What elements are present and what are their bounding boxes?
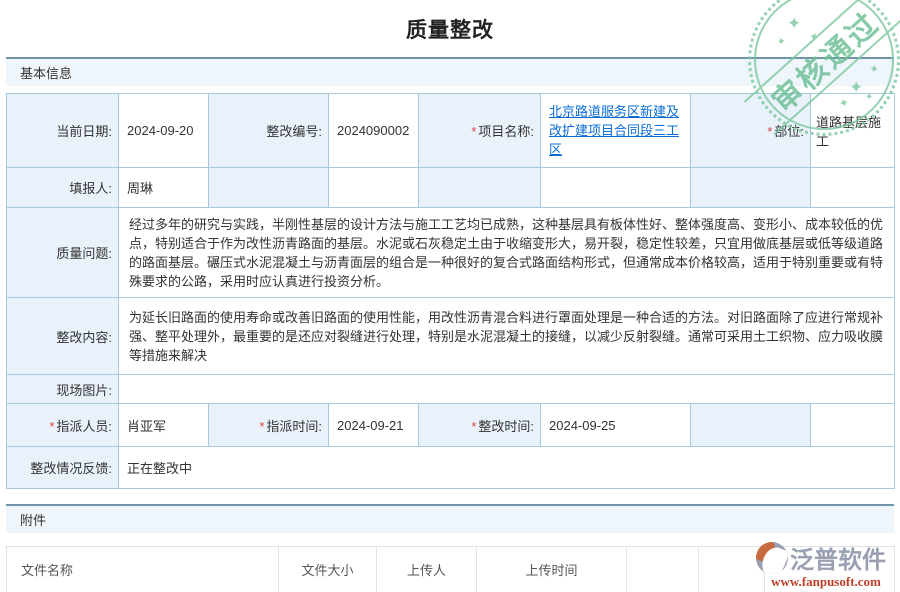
row-quality-problem: 质量问题: 经过多年的研究与实践，半刚性基层的设计方法与施工工艺均已成熟，这种基… <box>7 208 895 298</box>
row-date-no-project-part: 当前日期: 2024-09-20 整改编号: 2024090002 *项目名称:… <box>7 94 895 168</box>
empty-value-cell <box>541 168 691 208</box>
label-reporter: 填报人: <box>7 168 119 208</box>
required-asterisk: * <box>767 124 772 139</box>
required-asterisk: * <box>49 419 54 434</box>
value-rectify-no: 2024090002 <box>329 94 419 168</box>
label-site-photo-text: 现场图片: <box>56 383 112 398</box>
value-rectify-time: 2024-09-25 <box>541 404 691 447</box>
row-assignee-times: *指派人员: 肖亚军 *指派时间: 2024-09-21 *整改时间: 2024… <box>7 404 895 447</box>
label-project-name: *项目名称: <box>419 94 541 168</box>
basic-info-section-header: 基本信息 <box>6 57 894 86</box>
label-site-photo: 现场图片: <box>7 375 119 404</box>
value-rectify-content: 为延长旧路面的使用寿命或改善旧路面的使用性能，用改性沥青混合料进行罩面处理是一种… <box>119 298 895 375</box>
value-reporter: 周琳 <box>119 168 209 208</box>
header-file-size: 文件大小 <box>279 547 377 592</box>
label-feedback: 整改情况反馈: <box>7 447 119 489</box>
label-current-date-text: 当前日期: <box>56 124 112 139</box>
page-header: 质量整改 <box>0 0 900 57</box>
empty-label-cell <box>691 168 811 208</box>
row-rectify-content: 整改内容: 为延长旧路面的使用寿命或改善旧路面的使用性能，用改性沥青混合料进行罩… <box>7 298 895 375</box>
empty-value-cell <box>811 168 895 208</box>
empty-label-cell <box>419 168 541 208</box>
required-asterisk: * <box>259 419 264 434</box>
empty-value-cell <box>811 404 895 447</box>
label-rectify-time-text: 整改时间: <box>478 419 534 434</box>
label-quality-problem-text: 质量问题: <box>56 246 112 261</box>
empty-value-cell <box>329 168 419 208</box>
label-feedback-text: 整改情况反馈: <box>30 461 112 476</box>
header-uploader: 上传人 <box>377 547 477 592</box>
label-assignee-text: 指派人员: <box>56 419 112 434</box>
basic-info-section-title: 基本信息 <box>20 63 72 82</box>
value-current-date: 2024-09-20 <box>119 94 209 168</box>
row-feedback: 整改情况反馈: 正在整改中 <box>7 447 895 489</box>
label-part: *部位: <box>691 94 811 168</box>
row-reporter: 填报人: 周琳 <box>7 168 895 208</box>
fanpu-logo-url: www.fanpusoft.com <box>756 574 896 590</box>
header-empty <box>699 547 765 592</box>
value-site-photo <box>119 375 895 404</box>
header-empty <box>627 547 699 592</box>
label-rectify-content-text: 整改内容: <box>56 330 112 345</box>
empty-label-cell <box>209 168 329 208</box>
label-assign-time: *指派时间: <box>209 404 329 447</box>
empty-label-cell <box>691 404 811 447</box>
fanpu-logo-top: 泛普软件 <box>756 540 896 575</box>
project-name-link[interactable]: 北京路道服务区新建及改扩建项目合同段三工区 <box>549 104 679 157</box>
label-current-date: 当前日期: <box>7 94 119 168</box>
value-project-name: 北京路道服务区新建及改扩建项目合同段三工区 <box>541 94 691 168</box>
required-asterisk: * <box>471 419 476 434</box>
fanpu-logo-text: 泛普软件 <box>790 540 886 575</box>
label-rectify-no-text: 整改编号: <box>266 124 322 139</box>
label-rectify-no: 整改编号: <box>209 94 329 168</box>
label-reporter-text: 填报人: <box>69 181 112 196</box>
value-quality-problem: 经过多年的研究与实践，半刚性基层的设计方法与施工工艺均已成熟，这种基层具有板体性… <box>119 208 895 298</box>
row-site-photo: 现场图片: <box>7 375 895 404</box>
value-part: 道路基层施工 <box>811 94 895 168</box>
label-quality-problem: 质量问题: <box>7 208 119 298</box>
label-rectify-time: *整改时间: <box>419 404 541 447</box>
header-upload-time: 上传时间 <box>477 547 627 592</box>
label-assignee: *指派人员: <box>7 404 119 447</box>
label-project-name-text: 项目名称: <box>478 124 534 139</box>
basic-info-table: 当前日期: 2024-09-20 整改编号: 2024090002 *项目名称:… <box>6 93 895 489</box>
attachments-section-title: 附件 <box>20 510 46 529</box>
label-part-text: 部位: <box>774 124 804 139</box>
value-feedback: 正在整改中 <box>119 447 895 489</box>
fanpu-logo-icon <box>756 542 788 574</box>
value-assignee: 肖亚军 <box>119 404 209 447</box>
required-asterisk: * <box>471 124 476 139</box>
label-assign-time-text: 指派时间: <box>266 419 322 434</box>
label-rectify-content: 整改内容: <box>7 298 119 375</box>
header-file-name: 文件名称 <box>7 547 279 592</box>
value-assign-time: 2024-09-21 <box>329 404 419 447</box>
page-title: 质量整改 <box>406 14 494 44</box>
attachments-section-header: 附件 <box>6 504 894 533</box>
